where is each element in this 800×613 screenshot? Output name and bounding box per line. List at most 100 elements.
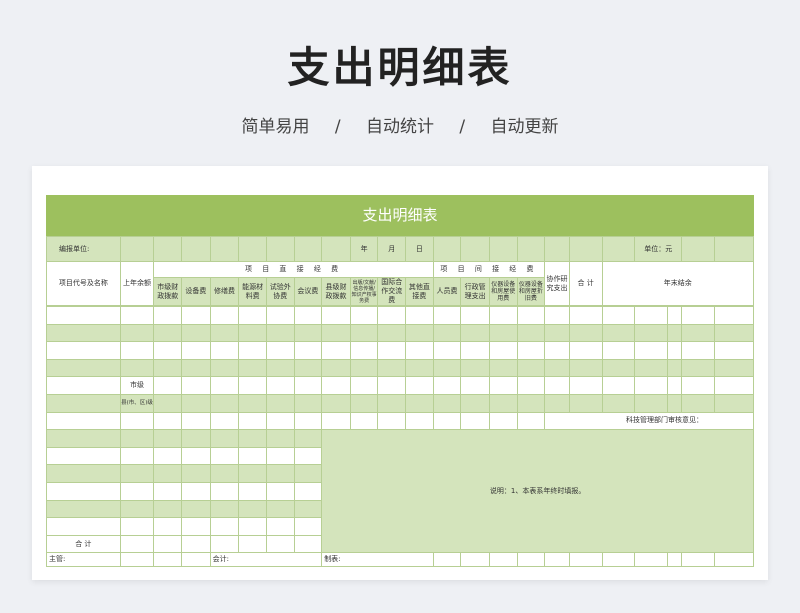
table-cell[interactable] (209, 464, 240, 483)
table-cell[interactable] (181, 393, 211, 413)
table-cell[interactable] (460, 358, 490, 378)
table-cell[interactable] (209, 358, 240, 378)
table-cell[interactable] (405, 358, 434, 378)
table-cell[interactable] (46, 446, 121, 466)
table-cell[interactable] (265, 481, 295, 501)
table-cell[interactable] (181, 429, 211, 448)
table-cell[interactable] (181, 552, 211, 568)
table-cell[interactable] (432, 376, 462, 395)
table-cell[interactable] (349, 358, 379, 378)
table-cell[interactable] (681, 341, 716, 360)
table-cell[interactable] (432, 323, 462, 343)
table-cell[interactable] (238, 446, 267, 466)
table-cell[interactable] (714, 323, 754, 343)
table-cell[interactable] (153, 552, 183, 568)
table-cell[interactable] (488, 552, 518, 568)
table-cell[interactable] (516, 306, 546, 325)
table-cell[interactable] (119, 464, 155, 483)
table-cell[interactable] (349, 376, 379, 395)
table-cell[interactable] (349, 323, 379, 343)
table-cell[interactable] (321, 393, 351, 413)
table-cell[interactable] (46, 376, 121, 395)
table-cell[interactable] (153, 358, 183, 378)
table-cell[interactable] (321, 411, 351, 431)
table-cell[interactable] (405, 393, 434, 413)
table-cell[interactable] (516, 358, 546, 378)
table-cell[interactable] (265, 499, 295, 519)
table-cell[interactable] (46, 464, 121, 483)
table-cell[interactable] (714, 552, 754, 568)
table-cell[interactable] (209, 306, 240, 325)
table-cell[interactable] (714, 341, 754, 360)
table-cell[interactable] (377, 323, 407, 343)
table-cell[interactable] (46, 411, 121, 431)
table-cell[interactable] (544, 341, 570, 360)
table-cell[interactable] (265, 464, 295, 483)
table-cell[interactable] (46, 306, 121, 325)
table-cell[interactable] (46, 517, 121, 536)
table-cell[interactable] (601, 358, 636, 378)
table-cell[interactable] (238, 464, 267, 483)
table-cell[interactable] (293, 411, 323, 431)
table-cell[interactable] (634, 376, 668, 395)
table-cell[interactable] (265, 376, 295, 395)
table-cell[interactable] (377, 341, 407, 360)
table-cell[interactable] (265, 411, 295, 431)
table-cell[interactable] (714, 376, 754, 395)
table-cell[interactable] (714, 393, 754, 413)
table-cell[interactable] (488, 341, 518, 360)
table-cell[interactable] (405, 411, 434, 431)
table-cell[interactable] (181, 499, 211, 519)
table-cell[interactable] (544, 552, 570, 568)
table-cell[interactable] (293, 534, 323, 554)
table-cell[interactable] (488, 411, 518, 431)
table-cell[interactable] (488, 376, 518, 395)
table-cell[interactable] (153, 464, 183, 483)
table-cell[interactable] (544, 323, 570, 343)
table-cell[interactable] (321, 376, 351, 395)
table-cell[interactable] (153, 446, 183, 466)
table-cell[interactable] (265, 429, 295, 448)
table-cell[interactable] (293, 429, 323, 448)
table-cell[interactable] (568, 306, 603, 325)
table-cell[interactable] (46, 393, 121, 413)
table-cell[interactable] (181, 358, 211, 378)
table-cell[interactable] (238, 393, 267, 413)
table-cell[interactable] (714, 306, 754, 325)
table-cell[interactable] (119, 323, 155, 343)
table-cell[interactable] (432, 552, 462, 568)
table-cell[interactable] (568, 376, 603, 395)
table-cell[interactable] (568, 323, 603, 343)
table-cell[interactable] (460, 393, 490, 413)
table-cell[interactable] (634, 552, 668, 568)
table-cell[interactable] (432, 341, 462, 360)
table-cell[interactable] (460, 306, 490, 325)
table-cell[interactable] (293, 446, 323, 466)
table-cell[interactable] (293, 341, 323, 360)
table-cell[interactable] (238, 411, 267, 431)
table-cell[interactable] (238, 517, 267, 536)
table-cell[interactable] (293, 306, 323, 325)
table-cell[interactable] (666, 393, 683, 413)
table-cell[interactable] (349, 393, 379, 413)
table-cell[interactable] (153, 517, 183, 536)
table-cell[interactable] (181, 306, 211, 325)
table-cell[interactable] (488, 306, 518, 325)
table-cell[interactable] (181, 411, 211, 431)
table-cell[interactable] (460, 411, 490, 431)
table-cell[interactable] (601, 393, 636, 413)
table-cell[interactable] (46, 358, 121, 378)
table-cell[interactable] (119, 552, 155, 568)
table-cell[interactable] (238, 306, 267, 325)
table-cell[interactable] (238, 481, 267, 501)
table-cell[interactable] (238, 323, 267, 343)
table-cell[interactable] (666, 552, 683, 568)
table-cell[interactable] (460, 376, 490, 395)
table-cell[interactable] (153, 341, 183, 360)
table-cell[interactable] (293, 464, 323, 483)
table-cell[interactable] (153, 499, 183, 519)
table-cell[interactable] (405, 323, 434, 343)
table-cell[interactable] (209, 429, 240, 448)
table-cell[interactable] (377, 306, 407, 325)
table-cell[interactable] (460, 341, 490, 360)
